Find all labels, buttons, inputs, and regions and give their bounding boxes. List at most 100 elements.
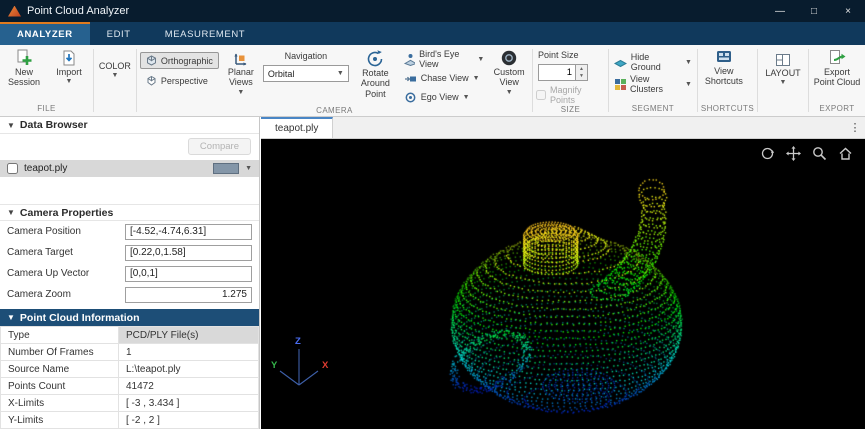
collapse-chevron-icon: ▼	[7, 313, 15, 322]
camera-zoom-input[interactable]: 1.275	[125, 287, 252, 303]
spin-down-icon[interactable]: ▼	[576, 73, 587, 81]
ribbon: New Session Import ▼ FILE COLOR ▼ Orthog…	[0, 45, 865, 117]
planar-views-icon	[232, 49, 250, 67]
ego-view-button[interactable]: Ego View ▼	[402, 88, 487, 106]
view-shortcuts-icon	[715, 49, 733, 66]
tab-analyzer[interactable]: ANALYZER	[0, 22, 90, 45]
navigation-label: Navigation	[285, 51, 328, 61]
compare-button[interactable]: Compare	[188, 138, 251, 155]
table-row: Source Name L:\teapot.ply	[1, 361, 259, 378]
spin-up-icon[interactable]: ▲	[576, 65, 587, 73]
view-clusters-icon	[614, 78, 626, 91]
chevron-down-icon: ▼	[477, 56, 484, 63]
table-row: X-Limits [ -3 , 3.434 ]	[1, 395, 259, 412]
perspective-button[interactable]: Perspective	[140, 72, 219, 89]
orthographic-button[interactable]: Orthographic	[140, 52, 219, 69]
chevron-down-icon: ▼	[66, 78, 73, 85]
point-size-stepper: ▲ ▼	[538, 64, 588, 81]
point-size-input[interactable]	[538, 64, 576, 81]
axes-triad: Z Y X	[269, 333, 333, 397]
ribbon-group-file: New Session Import ▼ FILE	[0, 45, 93, 116]
chevron-down-icon: ▼	[337, 70, 344, 77]
maximize-button[interactable]: □	[797, 0, 831, 22]
point-cloud-canvas[interactable]	[261, 139, 865, 429]
view-shortcuts-button[interactable]: View Shortcuts	[701, 47, 747, 87]
chevron-down-icon: ▼	[506, 89, 513, 96]
list-item-teapot[interactable]: teapot.ply ▼	[0, 160, 259, 177]
export-icon	[828, 49, 846, 67]
hide-ground-icon	[614, 56, 627, 69]
layout-button[interactable]: LAYOUT ▼	[761, 47, 805, 86]
ribbon-group-segment: Hide Ground ▼ View Clusters ▼ SEGMENT	[609, 45, 697, 116]
orbit-tool-icon[interactable]	[760, 146, 775, 161]
layout-icon	[775, 53, 791, 68]
export-point-cloud-button[interactable]: Export Point Cloud	[812, 47, 862, 88]
collapse-chevron-icon: ▼	[7, 208, 15, 217]
group-label-export: EXPORT	[812, 104, 862, 116]
orthographic-cube-icon	[146, 55, 157, 66]
chevron-down-icon: ▼	[685, 81, 692, 88]
planar-views-button[interactable]: Planar Views ▼	[222, 47, 260, 96]
camera-position-input[interactable]: [-4.52,-4.74,6.31]	[125, 224, 252, 240]
chevron-down-icon: ▼	[237, 89, 244, 96]
chevron-down-icon: ▼	[780, 79, 787, 86]
home-tool-icon[interactable]	[838, 146, 853, 161]
camera-target-input[interactable]: [0.22,0,1.58]	[125, 245, 252, 261]
collapse-chevron-icon: ▼	[7, 121, 15, 130]
camera-up-vector-row: Camera Up Vector [0,0,1]	[0, 263, 259, 284]
birds-eye-view-button[interactable]: Bird's Eye View ▼	[402, 50, 487, 68]
group-label-file: FILE	[3, 104, 90, 116]
minimize-button[interactable]: —	[763, 0, 797, 22]
hide-ground-button[interactable]: Hide Ground ▼	[612, 53, 694, 71]
camera-target-row: Camera Target [0.22,0,1.58]	[0, 242, 259, 263]
camera-up-vector-input[interactable]: [0,0,1]	[125, 266, 252, 282]
point-size-label: Point Size	[538, 50, 579, 60]
color-swatch[interactable]	[213, 163, 239, 174]
group-label-size: SIZE	[536, 105, 605, 116]
group-label-shortcuts: SHORTCUTS	[701, 104, 754, 116]
point-cloud-information-header[interactable]: ▼ Point Cloud Information	[0, 309, 259, 326]
titlebar: Point Cloud Analyzer — □ ×	[0, 0, 865, 22]
tab-edit[interactable]: EDIT	[90, 22, 148, 45]
birds-eye-view-icon	[404, 53, 415, 66]
file-name: teapot.ply	[24, 163, 207, 174]
perspective-cube-icon	[146, 75, 157, 86]
rotate-around-point-icon	[365, 49, 385, 68]
ribbon-tabstrip: ANALYZER EDIT MEASUREMENT	[0, 22, 865, 45]
navigation-dropdown[interactable]: Orbital ▼	[263, 65, 349, 82]
y-axis-label: Y	[271, 360, 278, 371]
pan-tool-icon[interactable]	[786, 146, 801, 161]
magnify-points-checkbox-row: Magnify Points	[536, 85, 605, 105]
custom-view-icon	[500, 49, 518, 67]
data-browser-header[interactable]: ▼ Data Browser	[0, 117, 259, 134]
group-label-camera: CAMERA	[140, 106, 529, 116]
viewport-toolbar	[760, 146, 853, 161]
chevron-down-icon: ▼	[473, 75, 480, 82]
left-panel: ▼ Data Browser Compare teapot.ply ▼ ▼ Ca…	[0, 117, 260, 429]
file-checkbox[interactable]	[7, 163, 18, 174]
viewport[interactable]: Z Y X	[261, 139, 865, 429]
zoom-tool-icon[interactable]	[812, 146, 827, 161]
camera-zoom-row: Camera Zoom 1.275	[0, 284, 259, 305]
chevron-down-icon: ▼	[685, 59, 692, 66]
magnify-points-checkbox[interactable]	[536, 90, 546, 100]
chevron-down-icon[interactable]: ▼	[245, 165, 252, 172]
chase-view-icon	[404, 72, 417, 85]
import-button[interactable]: Import ▼	[48, 47, 90, 85]
kebab-menu-icon[interactable]: ⋮	[845, 117, 865, 138]
import-icon	[60, 49, 78, 67]
new-session-button[interactable]: New Session	[3, 47, 45, 88]
rotate-around-point-button[interactable]: Rotate Around Point	[352, 47, 399, 99]
color-button[interactable]: COLOR ▼	[97, 47, 133, 79]
tab-measurement[interactable]: MEASUREMENT	[148, 22, 263, 45]
document-tab-teapot[interactable]: teapot.ply	[261, 117, 333, 138]
chase-view-button[interactable]: Chase View ▼	[402, 69, 487, 87]
ego-view-icon	[404, 91, 417, 104]
close-button[interactable]: ×	[831, 0, 865, 22]
custom-view-button[interactable]: Custom View ▼	[489, 47, 529, 96]
camera-properties-header[interactable]: ▼ Camera Properties	[0, 204, 259, 221]
new-session-icon	[15, 49, 33, 67]
view-clusters-button[interactable]: View Clusters ▼	[612, 75, 694, 93]
table-row: Y-Limits [ -2 , 2 ]	[1, 412, 259, 429]
ribbon-group-shortcuts: View Shortcuts SHORTCUTS	[698, 45, 757, 116]
